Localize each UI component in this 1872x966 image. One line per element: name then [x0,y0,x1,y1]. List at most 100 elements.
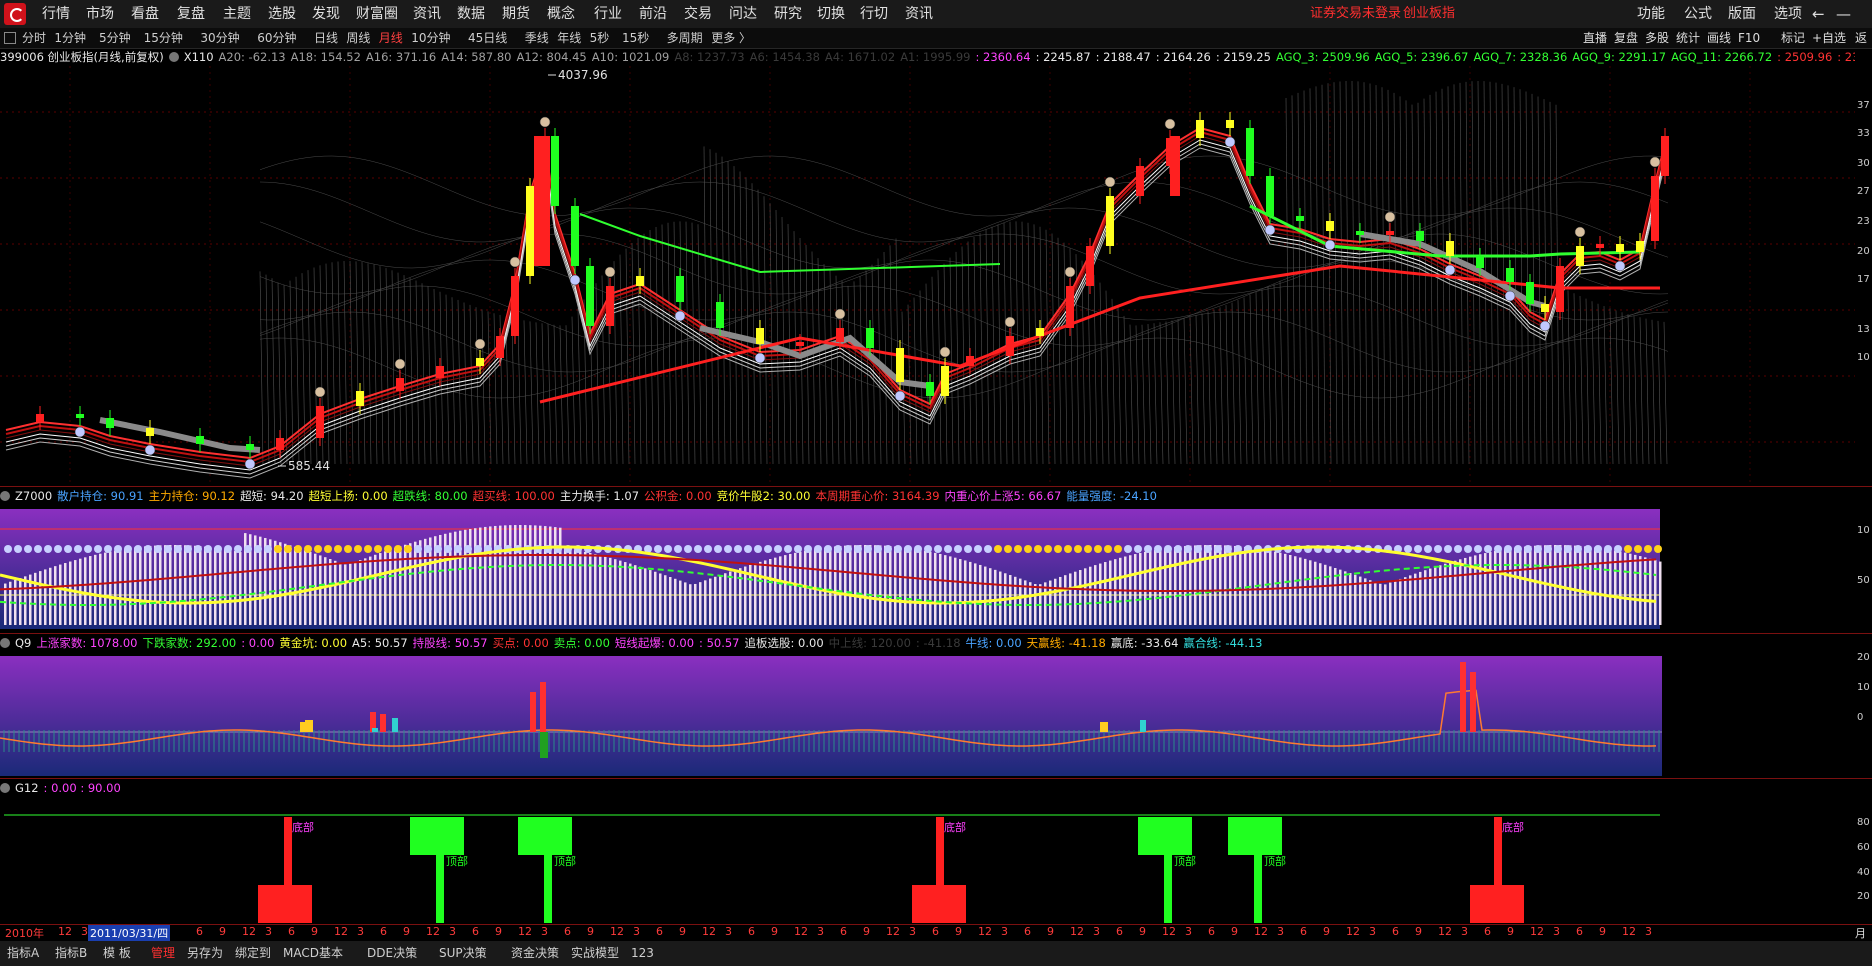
menu-item-1[interactable]: 市场 [86,0,114,28]
menu-item-19[interactable]: 资讯 [905,0,933,28]
collapse-icon[interactable] [4,32,16,44]
candle[interactable] [1596,244,1604,248]
candle[interactable] [1416,231,1424,241]
index-name-notice[interactable]: 创业板指 [1403,0,1455,28]
right-tool-2[interactable]: 多股 [1645,28,1669,48]
menu-item-17[interactable]: 切换 [817,0,845,28]
period-0[interactable]: 分时 [22,28,46,48]
candle[interactable] [36,414,44,422]
candle[interactable] [836,328,844,342]
right-tool-7[interactable]: +自选 [1812,28,1846,48]
period-13[interactable]: 5秒 [590,28,610,48]
candle[interactable] [1086,246,1094,286]
right-tool-4[interactable]: 画线 [1707,28,1731,48]
menu-item-5[interactable]: 选股 [268,0,296,28]
candle[interactable] [896,348,904,382]
period-8[interactable]: 月线 [379,28,403,48]
top-signal-block[interactable] [410,817,464,855]
menu-item-13[interactable]: 前沿 [639,0,667,28]
candle[interactable] [1006,336,1014,356]
menu-item-11[interactable]: 概念 [547,0,575,28]
candle[interactable] [1170,136,1180,196]
candle[interactable] [1446,241,1454,256]
candle[interactable] [396,378,404,391]
legend-toggle-icon[interactable] [168,52,179,62]
g12-indicator-chart[interactable]: 底部 底部 底部顶部 顶部 顶部 顶部 [0,797,1855,924]
menu-right-1[interactable]: 公式 [1684,0,1712,28]
candle[interactable] [534,136,550,266]
candle[interactable] [276,438,284,450]
legend-toggle-icon[interactable] [0,638,10,648]
period-7[interactable]: 周线 [346,28,370,48]
candle[interactable] [146,428,154,436]
candle[interactable] [1106,196,1114,246]
right-tool-8[interactable]: 返 [1855,28,1867,48]
candle[interactable] [1266,176,1274,216]
period-11[interactable]: 季线 [525,28,549,48]
candle[interactable] [106,418,114,428]
bottom-tab-4[interactable]: 另存为 [184,944,226,962]
candle[interactable] [246,444,254,450]
candle[interactable] [1661,136,1669,176]
menu-item-0[interactable]: 行情 [42,0,70,28]
menu-item-16[interactable]: 研究 [774,0,802,28]
candle[interactable] [966,356,974,366]
period-9[interactable]: 10分钟 [411,28,450,48]
menu-item-9[interactable]: 数据 [457,0,485,28]
period-1[interactable]: 1分钟 [54,28,86,48]
candle[interactable] [196,436,204,444]
candle[interactable] [496,336,504,358]
bottom-tab-5[interactable]: 绑定到 [232,944,274,962]
menu-item-10[interactable]: 期货 [502,0,530,28]
menu-right-0[interactable]: 功能 [1637,0,1665,28]
right-tool-0[interactable]: 直播 [1583,28,1607,48]
bottom-tab-9[interactable]: 资金决策 [508,944,562,962]
menu-item-14[interactable]: 交易 [684,0,712,28]
menu-right-3[interactable]: 选项 [1774,0,1802,28]
period-15[interactable]: 多周期 [667,28,703,48]
candle[interactable] [1636,241,1644,252]
top-signal-block[interactable] [1228,817,1282,855]
q9-indicator-chart[interactable] [0,652,1855,778]
candle[interactable] [1651,176,1659,241]
candle[interactable] [1066,286,1074,328]
candle[interactable] [316,406,324,438]
candle[interactable] [716,302,724,328]
candle[interactable] [941,366,949,396]
right-tool-3[interactable]: 统计 [1676,28,1700,48]
candle[interactable] [606,286,614,326]
period-2[interactable]: 5分钟 [99,28,131,48]
window-button-1[interactable]: — [1836,0,1851,28]
candle[interactable] [586,266,594,326]
menu-item-2[interactable]: 看盘 [131,0,159,28]
menu-item-12[interactable]: 行业 [594,0,622,28]
candle[interactable] [1386,231,1394,235]
legend-toggle-icon[interactable] [0,491,10,501]
period-16[interactable]: 更多 〉 [711,28,751,48]
bottom-tab-2[interactable]: 模 板 [100,944,134,962]
bottom-tab-3[interactable]: 管理 [148,944,178,962]
candle[interactable] [796,342,804,346]
candle[interactable] [476,358,484,366]
bottom-tab-8[interactable]: SUP决策 [436,944,490,962]
menu-item-4[interactable]: 主题 [223,0,251,28]
candle[interactable] [1296,216,1304,221]
bottom-tab-6[interactable]: MACD基本 [280,944,346,962]
menu-item-6[interactable]: 发现 [312,0,340,28]
candle[interactable] [1541,304,1549,312]
candle[interactable] [436,366,444,378]
menu-item-15[interactable]: 问达 [729,0,757,28]
window-button-0[interactable]: ← [1812,0,1825,28]
candle[interactable] [1616,244,1624,252]
candle[interactable] [571,206,579,266]
candle[interactable] [356,391,364,406]
bottom-signal-block[interactable] [258,885,312,923]
bottom-tab-1[interactable]: 指标B [52,944,90,962]
candle[interactable] [1526,282,1534,304]
menu-right-2[interactable]: 版面 [1728,0,1756,28]
bottom-tab-11[interactable]: 123 [628,944,657,962]
candle[interactable] [676,276,684,302]
period-4[interactable]: 30分钟 [200,28,239,48]
right-tool-6[interactable]: 标记 [1781,28,1805,48]
candle[interactable] [76,414,84,418]
